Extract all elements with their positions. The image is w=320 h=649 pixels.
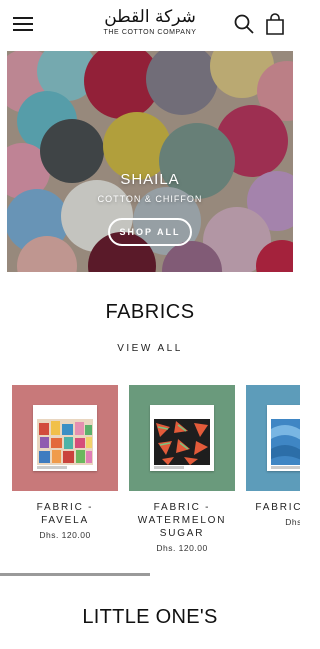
section-title-little-ones: LITTLE ONE'S: [82, 606, 218, 628]
carousel-scrollbar[interactable]: [0, 573, 150, 576]
view-all-link[interactable]: VIEW ALL: [0, 343, 300, 354]
product-card[interactable]: FABRIC - WATERMELON SUGAR Dhs. 120.00: [129, 385, 235, 553]
hamburger-icon[interactable]: [13, 15, 35, 33]
product-card[interactable]: FABRIC - CLO Dhs. 1: [246, 385, 300, 527]
product-carousel[interactable]: FABRIC - FAVELA Dhs. 120.00 FABRIC - WAT…: [0, 385, 300, 560]
product-image[interactable]: [12, 385, 118, 491]
search-icon[interactable]: [234, 14, 254, 34]
fabric-swatch: [267, 405, 300, 471]
logo[interactable]: شركة القطن THE COTTON COMPANY: [90, 8, 210, 42]
product-price: Dhs. 120.00: [156, 543, 208, 553]
hero-title: SHAILA: [120, 171, 180, 188]
cart-icon[interactable]: [265, 13, 285, 35]
product-image[interactable]: [246, 385, 300, 491]
product-price: Dhs. 1: [285, 517, 300, 527]
product-price: Dhs. 120.00: [39, 530, 91, 540]
site-header: شركة القطن THE COTTON COMPANY: [0, 0, 300, 50]
product-name[interactable]: FABRIC - FAVELA: [12, 501, 118, 527]
product-image[interactable]: [129, 385, 235, 491]
logo-arabic-text: شركة القطن: [104, 7, 196, 27]
section-title-fabrics: FABRICS: [105, 301, 195, 323]
fabric-swatch: [150, 405, 214, 471]
hero-text: SHAILA COTTON & CHIFFON: [7, 171, 293, 204]
hero-subtitle: COTTON & CHIFFON: [97, 194, 203, 204]
fabric-swatch: [33, 405, 97, 471]
product-name[interactable]: FABRIC - CLO: [246, 501, 300, 514]
logo-english-text: THE COTTON COMPANY: [103, 29, 197, 36]
shop-all-button[interactable]: SHOP ALL: [108, 218, 192, 246]
product-name[interactable]: FABRIC - WATERMELON SUGAR: [129, 501, 235, 540]
product-card[interactable]: FABRIC - FAVELA Dhs. 120.00: [12, 385, 118, 540]
hero-banner[interactable]: SHAILA COTTON & CHIFFON SHOP ALL: [7, 51, 293, 272]
